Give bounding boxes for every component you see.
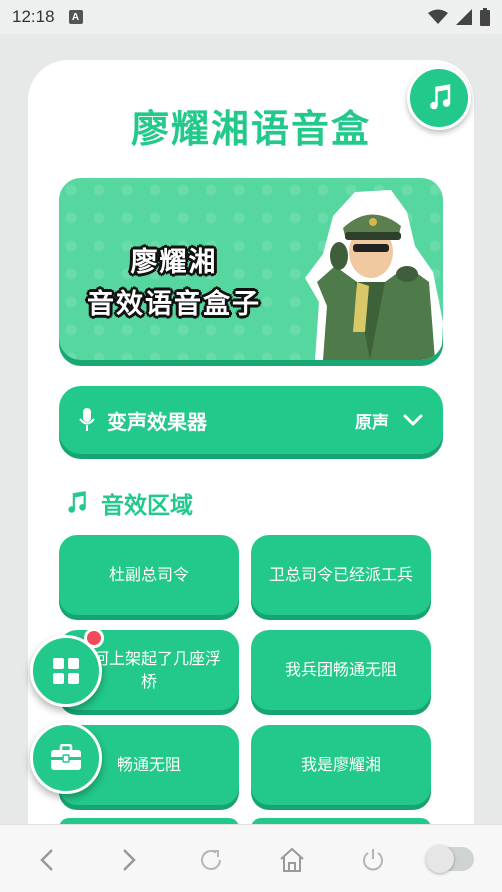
banner-title-line2: 音效语音盒子 [87, 289, 261, 320]
forward-icon [123, 849, 136, 871]
sound-button[interactable]: 卫总司令已经派工兵 [251, 535, 431, 615]
notification-badge [84, 628, 104, 648]
sound-button-label: 卫总司令已经派工兵 [268, 565, 413, 585]
back-icon [40, 849, 53, 871]
toolbox-icon [51, 744, 81, 770]
browser-bottom-nav [0, 824, 502, 892]
forward-button[interactable] [114, 845, 144, 875]
refresh-icon [201, 850, 221, 870]
status-icons [428, 8, 490, 26]
music-note-icon [68, 491, 86, 513]
voice-changer-dropdown[interactable]: 变声效果器 原声 [59, 386, 443, 454]
toggle-switch[interactable] [426, 845, 474, 873]
a-icon: A [68, 10, 83, 24]
wifi-icon [428, 9, 448, 24]
voice-changer-label: 变声效果器 [107, 409, 207, 434]
home-button[interactable] [277, 845, 307, 875]
music-button[interactable] [407, 66, 471, 130]
status-bar: 12:18 A [0, 0, 502, 34]
battery-icon [480, 8, 490, 26]
sound-button-label: 我是廖耀湘 [300, 755, 381, 775]
toolbox-button[interactable] [30, 722, 102, 794]
section-title: 音效区域 [101, 493, 193, 519]
status-time: 12:18 [12, 7, 55, 26]
sound-button-label: 杜副总司令 [108, 565, 189, 585]
microphone-icon [79, 408, 95, 431]
banner: 廖耀湘 音效语音盒子 [59, 178, 443, 360]
sound-button[interactable]: 杜副总司令 [59, 535, 239, 615]
power-button[interactable] [358, 845, 388, 875]
grid-icon [53, 658, 79, 684]
power-icon [363, 849, 383, 871]
soldier-illustration [305, 190, 443, 360]
refresh-button[interactable] [196, 845, 226, 875]
sound-button-label: 我兵团畅通无阻 [284, 660, 397, 680]
banner-title-line1: 廖耀湘 [130, 247, 218, 278]
music-note-icon [430, 84, 451, 110]
back-button[interactable] [32, 845, 62, 875]
sound-button[interactable]: 我是廖耀湘 [251, 725, 431, 805]
voice-changer-value: 原声 [355, 412, 389, 433]
chevron-down-icon [403, 414, 423, 426]
sound-button[interactable]: 我兵团畅通无阻 [251, 630, 431, 710]
sound-section-header: 音效区域 [63, 486, 193, 520]
signal-icon [456, 9, 472, 25]
sound-button-label: 畅通无阻 [116, 755, 181, 775]
home-icon [280, 847, 304, 872]
